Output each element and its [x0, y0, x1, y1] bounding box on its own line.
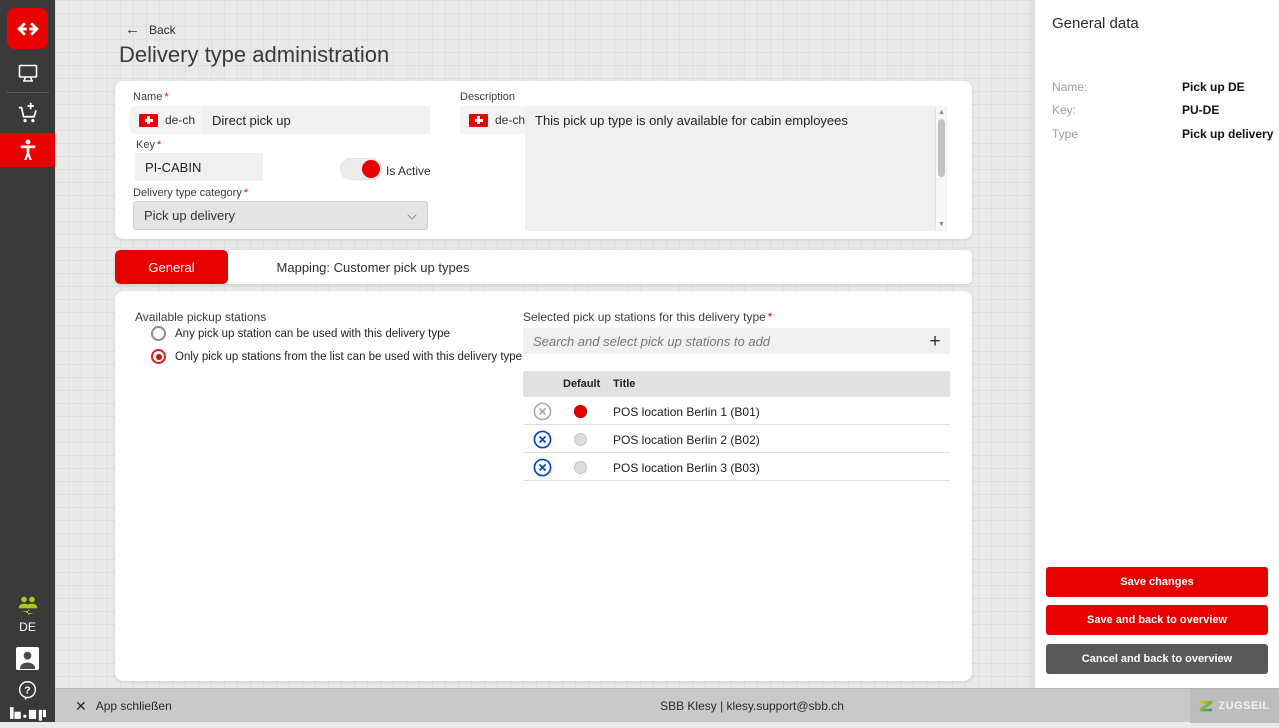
toggle-knob	[362, 160, 380, 178]
accessibility-person-icon	[20, 139, 35, 160]
swiss-flag-icon	[469, 113, 488, 127]
zugseil-logo-icon	[1200, 700, 1213, 712]
station-title: POS location Berlin 1 (B01)	[613, 405, 760, 419]
delivery-type-form: Name* de-ch Key* Is Active Delivery type…	[115, 81, 972, 239]
zugseil-brand: ZUGSEIL	[1190, 689, 1279, 723]
table-header: Default Title	[523, 371, 950, 397]
sbb-double-arrow-icon	[16, 21, 39, 36]
radio-icon[interactable]	[151, 326, 166, 341]
station-search-input[interactable]: Search and select pick up stations to ad…	[523, 328, 950, 354]
category-label: Delivery type category *	[133, 187, 249, 199]
monitor-icon	[18, 64, 37, 82]
people-swap-icon	[18, 596, 37, 615]
table-row: POS location Berlin 3 (B03)	[523, 453, 950, 481]
app-sidebar: DE ?	[0, 0, 55, 722]
description-textarea[interactable]: This pick up type is only available for …	[525, 106, 947, 231]
key-label: Key *	[136, 139, 162, 151]
back-label: Back	[149, 22, 176, 37]
description-label: Description	[460, 91, 516, 103]
sidebar-item-monitor[interactable]	[0, 58, 55, 88]
general-data-panel: General data Name: Pick up DE Key: PU-DE…	[1035, 0, 1279, 688]
save-and-back-button[interactable]: Save and back to overview	[1046, 605, 1268, 635]
close-icon: ✕	[75, 697, 87, 714]
tab-bar: General Mapping: Customer pick up types	[115, 250, 972, 284]
panel-field-key: Key: PU-DE	[1052, 103, 1220, 117]
remove-station-icon[interactable]	[533, 430, 552, 449]
bop-logo	[0, 698, 55, 728]
panel-title: General data	[1052, 15, 1139, 32]
sidebar-item-delivery-admin-active[interactable]	[0, 133, 55, 167]
category-select[interactable]: Pick up delivery	[133, 201, 428, 230]
radio-only-list-stations[interactable]: Only pick up stations from the list can …	[151, 349, 522, 364]
scrollbar-thumb[interactable]	[938, 119, 945, 177]
table-row: POS location Berlin 2 (B02)	[523, 425, 950, 453]
main-content-area: ← Back Delivery type administration Name…	[55, 0, 1035, 688]
cart-plus-icon	[18, 102, 37, 123]
column-default: Default	[563, 378, 601, 390]
table-row: POS location Berlin 1 (B01)	[523, 397, 950, 425]
is-active-label: Is Active	[386, 164, 431, 178]
radio-any-station[interactable]: Any pick up station can be used with thi…	[151, 326, 450, 341]
default-radio[interactable]	[574, 461, 587, 474]
remove-station-icon[interactable]	[533, 458, 552, 477]
sidebar-item-users[interactable]	[0, 590, 55, 620]
sidebar-divider	[6, 92, 49, 93]
back-button[interactable]: ← Back	[125, 22, 176, 37]
default-radio-selected[interactable]	[574, 405, 587, 418]
scrollbar[interactable]: ▲ ▼	[935, 107, 946, 230]
sbb-logo[interactable]	[7, 8, 48, 49]
swiss-flag-icon	[139, 113, 158, 127]
name-language-badge: de-ch	[130, 106, 205, 134]
available-stations-label: Available pickup stations	[135, 310, 267, 324]
description-language-badge: de-ch	[460, 106, 535, 134]
station-title: POS location Berlin 3 (B03)	[613, 461, 760, 475]
footer-bar: ✕ App schließen SBB Klesy | klesy.suppor…	[55, 688, 1279, 723]
blocks-logo-icon	[9, 706, 46, 721]
is-active-toggle[interactable]	[340, 158, 382, 180]
selected-stations-label: Selected pick up stations for this deliv…	[523, 310, 773, 324]
add-station-icon[interactable]: +	[920, 332, 950, 351]
back-arrow-icon: ←	[125, 21, 140, 38]
name-label: Name *	[133, 91, 169, 103]
scroll-down-icon[interactable]: ▼	[936, 220, 947, 229]
cancel-and-back-button[interactable]: Cancel and back to overview	[1046, 644, 1268, 674]
sidebar-item-profile[interactable]	[0, 643, 55, 673]
page-title: Delivery type administration	[119, 42, 390, 67]
svg-text:?: ?	[24, 684, 30, 696]
default-radio[interactable]	[574, 433, 587, 446]
panel-field-name: Name: Pick up DE	[1052, 80, 1245, 94]
general-tab-panel: Available pickup stations Any pick up st…	[115, 291, 972, 681]
language-indicator[interactable]: DE	[0, 620, 55, 634]
tab-mapping-customer-pickup-types[interactable]: Mapping: Customer pick up types	[228, 250, 518, 284]
sidebar-item-cart[interactable]	[0, 98, 55, 128]
key-input[interactable]	[135, 153, 263, 181]
radio-selected-icon[interactable]	[151, 349, 166, 364]
remove-station-icon-disabled	[533, 402, 552, 420]
avatar-icon	[16, 646, 39, 670]
name-input[interactable]	[202, 106, 430, 134]
station-title: POS location Berlin 2 (B02)	[613, 433, 760, 447]
search-placeholder: Search and select pick up stations to ad…	[533, 333, 771, 349]
selected-stations-table: Default Title POS location Berlin 1 (B01…	[523, 371, 950, 481]
column-title: Title	[613, 378, 636, 390]
app-identity-text: SBB Klesy | klesy.support@sbb.ch	[660, 699, 844, 713]
panel-field-type: Type Pick up delivery	[1052, 127, 1274, 141]
chevron-down-icon	[408, 210, 417, 219]
tab-general[interactable]: General	[115, 250, 228, 284]
close-app-button[interactable]: ✕ App schließen	[75, 689, 172, 723]
scroll-up-icon[interactable]: ▲	[936, 108, 947, 117]
save-changes-button[interactable]: Save changes	[1046, 567, 1268, 597]
zugseil-wordmark: ZUGSEIL	[1218, 700, 1270, 712]
